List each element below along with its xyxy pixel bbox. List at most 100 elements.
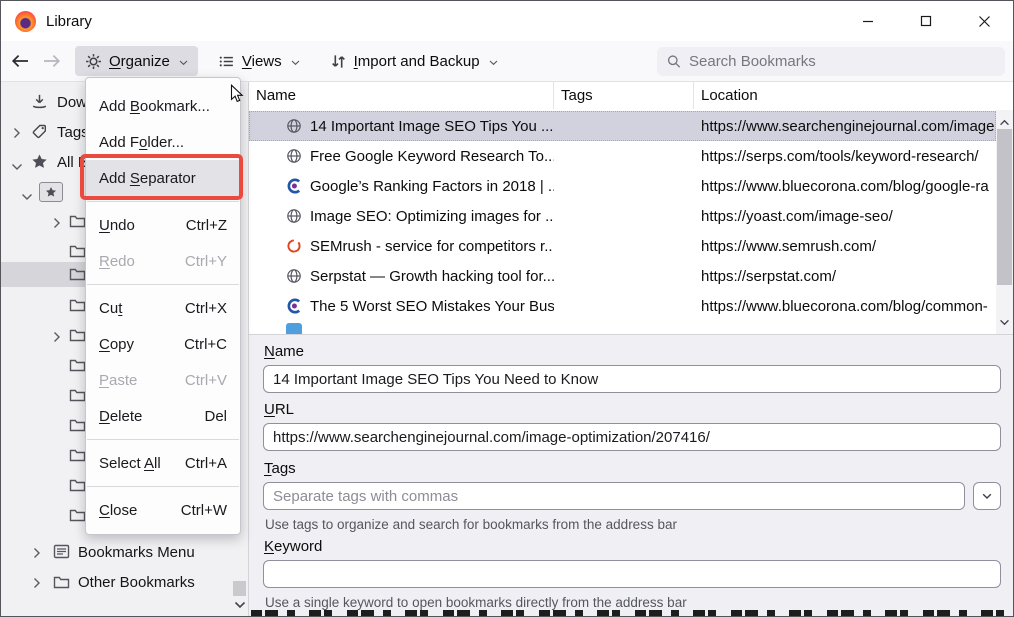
menu-item-select-all[interactable]: Select All Ctrl+A xyxy=(86,445,240,481)
import-backup-label: Import and Backup xyxy=(354,53,480,70)
bluecorona-favicon xyxy=(286,178,302,194)
library-window: Library Organize Views xyxy=(0,0,1014,617)
chevron-right-icon xyxy=(33,576,41,593)
folder-icon xyxy=(69,358,86,376)
star-icon xyxy=(31,153,48,174)
chevron-down-icon xyxy=(234,601,246,609)
bookmark-name: 14 Important Image SEO Tips You ... xyxy=(310,118,553,135)
chevron-down-icon xyxy=(999,319,1010,326)
menu-item-add-separator[interactable]: Add Separator xyxy=(86,160,240,196)
folder-icon xyxy=(69,418,86,436)
sidebar-item-bookmarks-menu[interactable]: Bookmarks Menu xyxy=(1,539,232,565)
organize-menu-popup: Add Bookmark... Add Folder... Add Separa… xyxy=(85,77,241,535)
folder-icon xyxy=(69,508,86,526)
menu-separator xyxy=(87,201,239,202)
minimize-icon xyxy=(862,15,874,27)
chevron-right-icon xyxy=(33,546,41,563)
list-scrollbar[interactable] xyxy=(996,110,1013,334)
table-row[interactable]: Image SEO: Optimizing images for ... htt… xyxy=(249,201,996,231)
menu-item-redo[interactable]: Redo Ctrl+Y xyxy=(86,243,240,279)
table-row[interactable]: Google’s Ranking Factors in 2018 | ... h… xyxy=(249,171,996,201)
menu-separator xyxy=(87,486,239,487)
back-arrow-icon xyxy=(11,54,29,68)
column-header-tags[interactable]: Tags xyxy=(554,82,694,109)
minimize-button[interactable] xyxy=(839,1,897,41)
organize-menu-button[interactable]: Organize xyxy=(75,46,198,76)
menu-item-undo[interactable]: Undo Ctrl+Z xyxy=(86,207,240,243)
folder-icon xyxy=(69,298,86,316)
menu-item-paste[interactable]: Paste Ctrl+V xyxy=(86,362,240,398)
keyword-field[interactable] xyxy=(263,560,1001,588)
sidebar-scrollbar-thumb[interactable] xyxy=(233,581,246,596)
menu-item-copy[interactable]: Copy Ctrl+C xyxy=(86,326,240,362)
bookmark-location: https://serps.com/tools/keyword-research… xyxy=(694,148,996,165)
column-header-name[interactable]: Name xyxy=(249,82,554,109)
table-row[interactable]: Free Google Keyword Research To... https… xyxy=(249,141,996,171)
sidebar-scroll-down-button[interactable] xyxy=(233,596,246,613)
table-row[interactable]: Serpstat — Growth hacking tool for... ht… xyxy=(249,261,996,291)
menu-item-cut[interactable]: Cut Ctrl+X xyxy=(86,290,240,326)
search-input[interactable] xyxy=(689,53,995,70)
semrush-favicon xyxy=(286,238,302,254)
forward-button[interactable] xyxy=(39,47,65,75)
scroll-up-button[interactable] xyxy=(996,113,1013,130)
bookmark-location: https://www.semrush.com/ xyxy=(694,238,996,255)
menu-separator xyxy=(87,284,239,285)
bookmark-name: Image SEO: Optimizing images for ... xyxy=(310,208,554,225)
keyword-help-text: Use a single keyword to open bookmarks d… xyxy=(265,595,687,610)
library-toolbar: Organize Views Import and Backup xyxy=(1,41,1013,82)
bookmark-location: https://yoast.com/image-seo/ xyxy=(694,208,996,225)
globe-icon xyxy=(286,148,302,164)
name-field[interactable] xyxy=(263,365,1001,393)
bookmarks-list-panel: Name Tags Location 14 Important Image SE… xyxy=(249,82,1013,334)
folder-icon xyxy=(69,267,86,285)
search-icon xyxy=(667,54,681,69)
chevron-down-icon xyxy=(179,60,188,66)
bookmarks-toolbar-icon xyxy=(39,182,63,202)
table-row[interactable]: 14 Important Image SEO Tips You ... http… xyxy=(249,111,996,141)
table-row[interactable]: SEMrush - service for competitors r... h… xyxy=(249,231,996,261)
tags-dropdown-button[interactable] xyxy=(973,482,1001,510)
menu-item-add-bookmark[interactable]: Add Bookmark... xyxy=(86,88,240,124)
menu-item-close[interactable]: Close Ctrl+W xyxy=(86,492,240,528)
import-backup-menu-button[interactable]: Import and Backup xyxy=(320,46,508,76)
maximize-icon xyxy=(920,15,932,27)
close-button[interactable] xyxy=(955,1,1013,41)
table-row[interactable]: The 5 Worst SEO Mistakes Your Bus... htt… xyxy=(249,291,996,321)
download-icon xyxy=(31,93,48,114)
back-button[interactable] xyxy=(7,47,33,75)
bookmark-name: Serpstat — Growth hacking tool for... xyxy=(310,268,554,285)
cropped-content-strip xyxy=(251,610,1007,616)
bookmark-location: https://www.searchenginejournal.com/imag… xyxy=(694,118,996,135)
keyword-field-label: Keyword xyxy=(264,538,322,555)
scrollbar-thumb[interactable] xyxy=(997,129,1012,285)
menu-separator xyxy=(87,439,239,440)
globe-icon xyxy=(286,208,302,224)
views-label: Views xyxy=(242,53,282,70)
maximize-button[interactable] xyxy=(897,1,955,41)
organize-label: Organize xyxy=(109,53,170,70)
chevron-down-icon xyxy=(291,60,300,66)
views-menu-button[interactable]: Views xyxy=(208,46,310,76)
menu-item-delete[interactable]: Delete Del xyxy=(86,398,240,434)
tags-help-text: Use tags to organize and search for book… xyxy=(265,517,677,532)
name-field-label: Name xyxy=(264,343,304,360)
column-header-location[interactable]: Location xyxy=(694,82,996,109)
scroll-down-button[interactable] xyxy=(996,313,1013,330)
tags-field-label: Tags xyxy=(264,460,296,477)
gear-icon xyxy=(85,53,102,70)
tags-field[interactable] xyxy=(263,482,965,510)
forward-arrow-icon xyxy=(43,54,61,68)
chevron-right-icon xyxy=(53,330,61,347)
bookmark-name: Google’s Ranking Factors in 2018 | ... xyxy=(310,178,554,195)
chevron-down-icon xyxy=(489,60,498,66)
menu-item-add-folder[interactable]: Add Folder... xyxy=(86,124,240,160)
folder-icon xyxy=(69,214,86,232)
sidebar-item-other-bookmarks[interactable]: Other Bookmarks xyxy=(1,569,232,595)
folder-icon xyxy=(69,448,86,466)
partial-favicon xyxy=(286,323,302,334)
bookmarks-rows: 14 Important Image SEO Tips You ... http… xyxy=(249,111,996,321)
close-icon xyxy=(978,15,991,28)
window-title: Library xyxy=(46,13,92,30)
url-field[interactable] xyxy=(263,423,1001,451)
